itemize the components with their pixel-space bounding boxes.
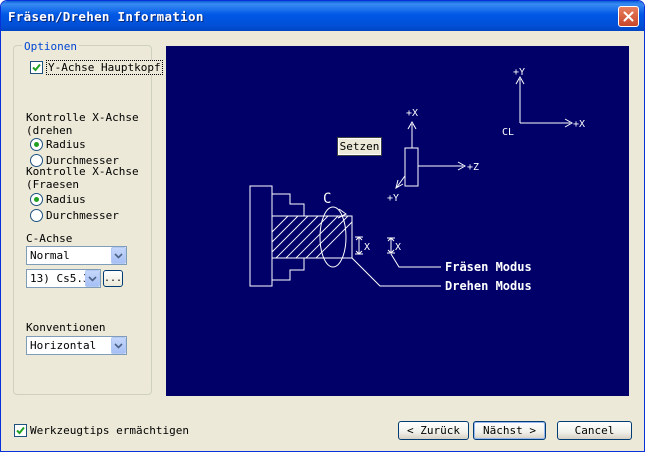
milling-mode-label: Fräsen Modus: [445, 260, 532, 274]
chevron-down-icon[interactable]: [111, 247, 126, 264]
axis-x-right-label: +X: [573, 119, 585, 130]
close-icon: [623, 11, 634, 22]
y-axis-main-head-label: Y-Achse Hauptkopf: [46, 60, 163, 75]
radio-selected-dot: [34, 142, 39, 147]
hatch-lines: [271, 215, 353, 259]
options-legend: Optionen: [22, 40, 79, 53]
title-bar[interactable]: Fräsen/Drehen Information: [1, 1, 644, 31]
milling-radius-radio[interactable]: Radius: [30, 193, 86, 206]
radio-circle[interactable]: [30, 193, 43, 206]
c-axis-browse-button[interactable]: ...: [103, 270, 123, 287]
conventions-select[interactable]: Horizontal: [26, 336, 127, 355]
x-marker-2-label: X: [395, 242, 401, 253]
conventions-title: Konventionen: [26, 321, 106, 334]
x-axis-milling-subtitle: (Fraesen: [26, 178, 79, 191]
milling-radius-label: Radius: [46, 193, 86, 206]
next-button[interactable]: Nächst >: [473, 421, 546, 440]
chuck-step-lower: [272, 257, 305, 281]
turning-radius-label: Radius: [46, 138, 86, 151]
turning-radius-radio[interactable]: Radius: [30, 138, 86, 151]
milling-diameter-radio[interactable]: Durchmesser: [30, 209, 119, 222]
c-axis-entry-value: 13) Cs5.3: [30, 272, 85, 285]
window-title: Fräsen/Drehen Information: [8, 9, 204, 24]
tooltips-checkbox[interactable]: Werkzeugtips ermächtigen: [14, 424, 189, 437]
lathe-diagram-svg: +Y +X CL +X +Z +Y C X X Fräsen Modus Dre…: [249, 67, 585, 293]
small-tool-rect: [404, 147, 419, 187]
x-axis-milling-title: Kontrolle X-Achse: [26, 165, 139, 178]
back-button[interactable]: < Zurück: [398, 421, 469, 440]
chevron-down-icon[interactable]: [85, 270, 100, 287]
cancel-button[interactable]: Cancel: [557, 421, 632, 440]
checkmark-icon: [16, 426, 25, 435]
chuck-step-upper: [272, 193, 305, 217]
axis-z-label: +Z: [467, 162, 479, 173]
axis-y-top-label: +Y: [513, 67, 525, 78]
c-axis-mode-value: Normal: [30, 249, 70, 262]
x-axis-turning-subtitle: (drehen: [26, 124, 73, 137]
x-axis-turning-title: Kontrolle X-Achse: [26, 111, 139, 124]
axis-y-down-label: +Y: [387, 193, 399, 204]
chuck-rect: [249, 185, 273, 287]
radio-circle[interactable]: [30, 138, 43, 151]
c-axis-entry-select[interactable]: 13) Cs5.3: [26, 269, 101, 288]
c-axis-mode-select[interactable]: Normal: [26, 246, 127, 265]
dialog-window: Fräsen/Drehen Information Optionen Y-Ach…: [0, 0, 645, 452]
y-axis-main-head-checkbox[interactable]: Y-Achse Hauptkopf: [30, 60, 163, 75]
tooltips-label: Werkzeugtips ermächtigen: [30, 424, 189, 437]
checkbox-box[interactable]: [14, 424, 27, 437]
axis-cl-label: CL: [502, 127, 514, 138]
turning-mode-label: Drehen Modus: [445, 279, 532, 293]
c-axis-label: C: [323, 191, 331, 207]
chevron-down-icon[interactable]: [111, 337, 126, 354]
axis-x-up-label: +X: [406, 108, 418, 119]
conventions-value: Horizontal: [30, 339, 97, 352]
milling-leader-line: [390, 253, 441, 268]
checkmark-icon: [32, 63, 41, 72]
milling-diameter-label: Durchmesser: [46, 209, 119, 222]
set-button[interactable]: Setzen: [337, 137, 382, 156]
radio-selected-dot: [34, 197, 39, 202]
close-button[interactable]: [618, 6, 639, 27]
c-axis-title: C-Achse: [26, 232, 73, 245]
checkbox-box[interactable]: [30, 61, 43, 74]
x-marker-1-label: X: [364, 242, 370, 253]
radio-circle[interactable]: [30, 209, 43, 222]
machine-diagram: +Y +X CL +X +Z +Y C X X Fräsen Modus Dre…: [166, 46, 629, 396]
